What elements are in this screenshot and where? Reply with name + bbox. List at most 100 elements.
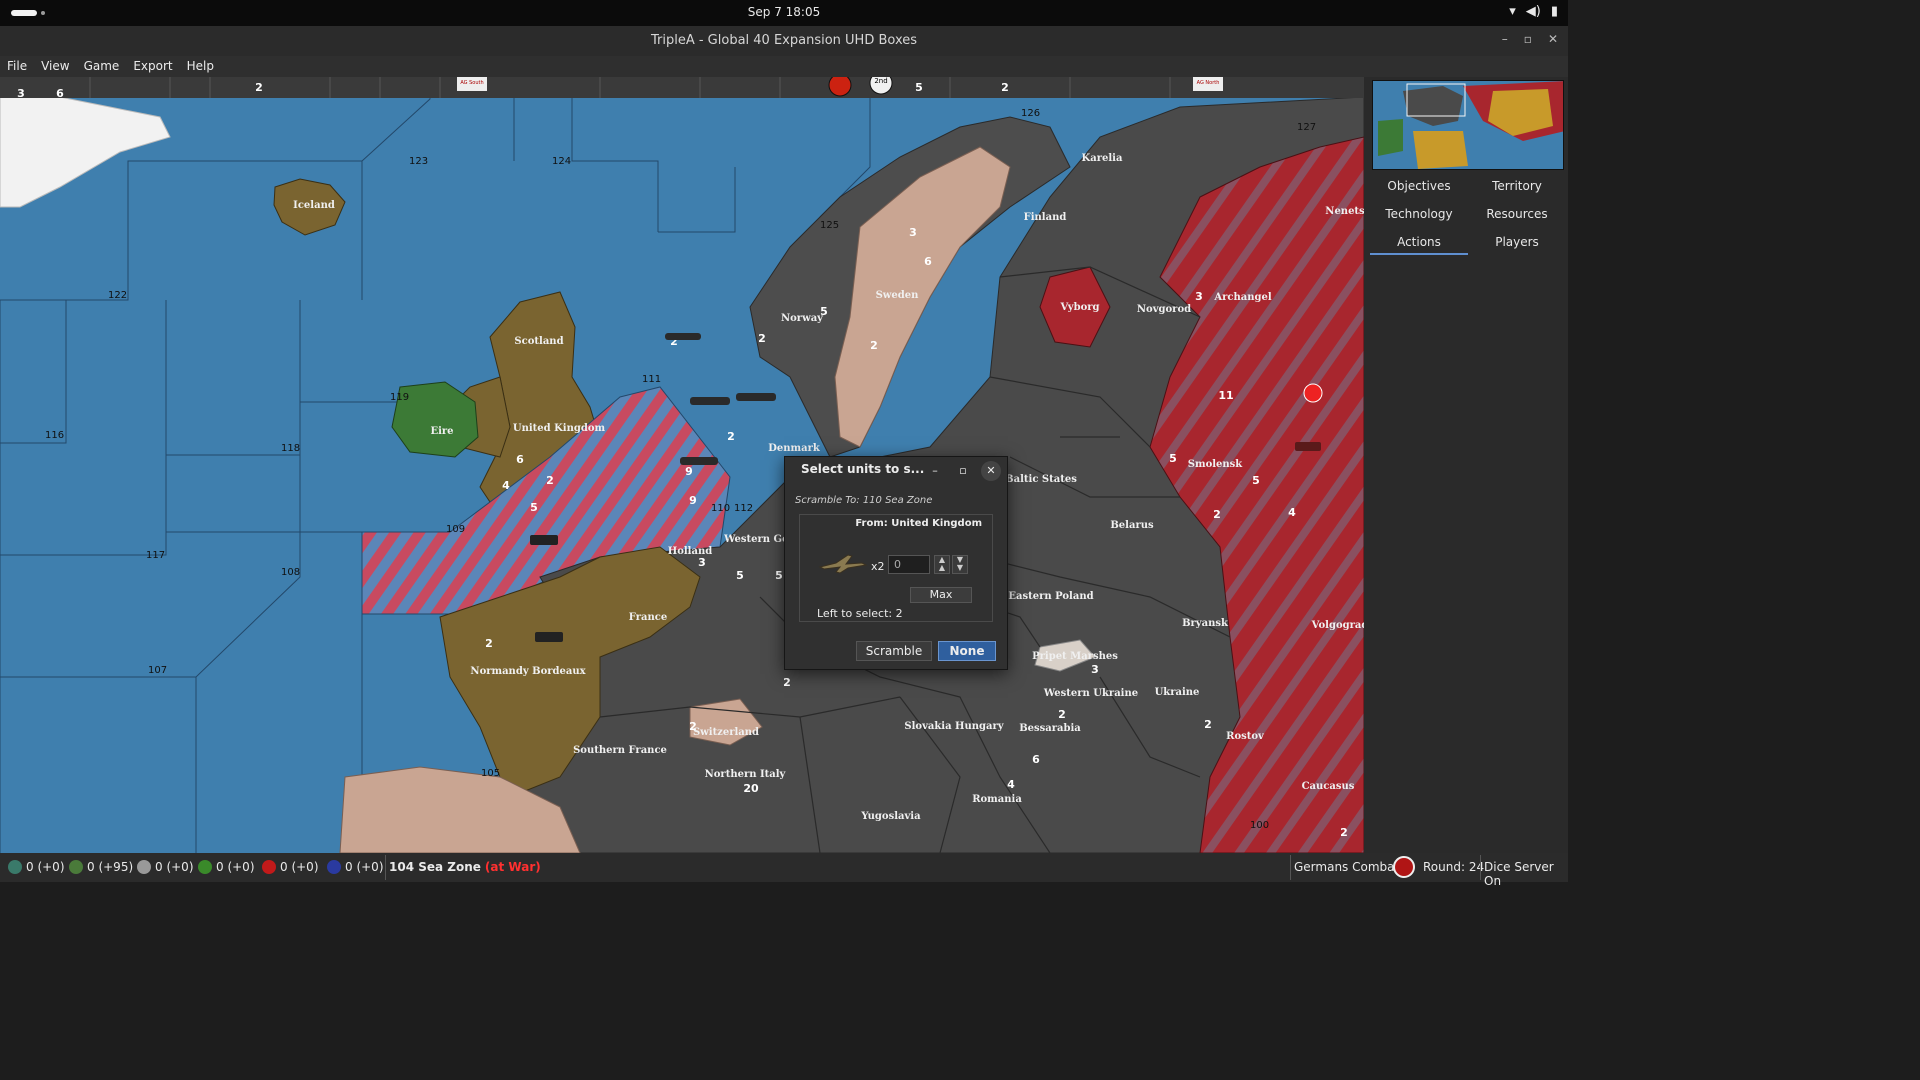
minimap[interactable] bbox=[1372, 80, 1564, 170]
sea-zone-label: 122 bbox=[108, 290, 127, 301]
territory-label: Finland bbox=[1024, 212, 1067, 223]
none-button[interactable]: None bbox=[938, 641, 996, 661]
navy-icon bbox=[327, 860, 341, 874]
svg-text:6: 6 bbox=[924, 255, 932, 268]
2nd-army-label: 2nd bbox=[874, 77, 887, 85]
territory-label: Slovakia Hungary bbox=[904, 721, 1004, 732]
dialog-minimize-button[interactable]: – bbox=[925, 461, 945, 481]
sea-zone-label: 111 bbox=[642, 374, 661, 385]
close-window-button[interactable]: ✕ bbox=[1548, 32, 1558, 46]
territory-label: Iceland bbox=[293, 200, 335, 211]
territory-label: Nenets bbox=[1325, 206, 1364, 217]
wifi-icon: ▾ bbox=[1509, 4, 1516, 19]
maximize-button[interactable]: ▫ bbox=[1524, 32, 1532, 46]
sea-zone-label: 118 bbox=[281, 443, 300, 454]
quantity-input[interactable]: 0 bbox=[888, 555, 930, 574]
tab-territory[interactable]: Territory bbox=[1468, 175, 1566, 197]
svg-text:5: 5 bbox=[775, 569, 783, 582]
strip-count-2: 6 bbox=[56, 87, 64, 100]
svg-text:20: 20 bbox=[743, 782, 759, 795]
sea-zone-label: 110 bbox=[711, 503, 730, 514]
menu-file[interactable]: File bbox=[0, 56, 34, 77]
svg-text:2: 2 bbox=[1204, 718, 1212, 731]
skull-icon bbox=[137, 860, 151, 874]
battleship-icon bbox=[690, 397, 730, 405]
tab-technology[interactable]: Technology bbox=[1370, 203, 1468, 225]
cruiser-icon bbox=[680, 457, 718, 465]
russian-tank-icon bbox=[1295, 442, 1321, 451]
menu-help[interactable]: Help bbox=[180, 56, 221, 77]
sea-zone-label: 117 bbox=[146, 550, 165, 561]
territory-label: Northern Italy bbox=[705, 769, 787, 780]
tank-icon bbox=[530, 535, 558, 545]
scramble-button[interactable]: Scramble bbox=[856, 641, 932, 661]
svg-text:3: 3 bbox=[1091, 663, 1099, 676]
sea-zone-label: 126 bbox=[1021, 108, 1040, 119]
increment-button[interactable]: ▲ ▲ bbox=[934, 555, 950, 574]
unit-selection-panel: From: United Kingdom x2 0 ▲ ▲ ▼ ▼ Max Left… bbox=[799, 514, 993, 622]
status-bar: 0 (+0) 0 (+95) 0 (+0) 0 (+0) 0 (+0) 0 (+… bbox=[0, 853, 1568, 888]
svg-text:2: 2 bbox=[689, 720, 697, 733]
zone-war-state: (at War) bbox=[484, 860, 541, 874]
svg-text:2: 2 bbox=[1058, 708, 1066, 721]
scramble-target-label: Scramble To: 110 Sea Zone bbox=[795, 495, 933, 506]
minimize-button[interactable]: – bbox=[1502, 32, 1508, 46]
dice-server-label: Dice Server On bbox=[1484, 860, 1554, 888]
territory-label: Vyborg bbox=[1059, 302, 1099, 313]
svg-text:2: 2 bbox=[758, 332, 766, 345]
svg-text:5: 5 bbox=[820, 305, 828, 318]
sea-zone-label: 125 bbox=[820, 220, 839, 231]
tab-actions[interactable]: Actions bbox=[1370, 231, 1468, 255]
air-value: 0 (+0) bbox=[216, 860, 255, 874]
max-button[interactable]: Max bbox=[910, 587, 972, 603]
resource-icon bbox=[69, 860, 83, 874]
menu-export[interactable]: Export bbox=[126, 56, 179, 77]
system-clock[interactable]: Sep 7 18:05 bbox=[0, 5, 1568, 19]
territory-label: Smolensk bbox=[1188, 459, 1244, 470]
artillery-icon bbox=[535, 632, 563, 642]
air-icon bbox=[198, 860, 212, 874]
territory-label: Sweden bbox=[876, 290, 920, 301]
svg-text:9: 9 bbox=[685, 465, 693, 478]
dialog-maximize-button[interactable]: ▫ bbox=[953, 461, 973, 481]
game-map[interactable]: 3 6 2 5 2 AG South 2nd AG North 122 123 … bbox=[0, 77, 1364, 853]
territory-label: Southern France bbox=[573, 745, 667, 756]
svg-text:6: 6 bbox=[1032, 753, 1040, 766]
svg-text:2: 2 bbox=[546, 474, 554, 487]
territory-label: Baltic States bbox=[1005, 474, 1077, 485]
phase-label: Germans Combat bbox=[1294, 860, 1400, 874]
menu-game[interactable]: Game bbox=[77, 56, 127, 77]
territory-label: Pripet Marshes bbox=[1032, 651, 1118, 662]
sea-zone-label: 123 bbox=[409, 156, 428, 167]
territory-label: France bbox=[629, 612, 667, 623]
decrement-button[interactable]: ▼ ▼ bbox=[952, 555, 968, 574]
tab-objectives[interactable]: Objectives bbox=[1370, 175, 1468, 197]
menu-bar: File View Game Export Help bbox=[0, 56, 1568, 77]
territory-label: Bryansk bbox=[1182, 618, 1229, 629]
german-roundel-icon bbox=[828, 77, 852, 97]
territory-label: Bessarabia bbox=[1019, 723, 1081, 734]
navy-value: 0 (+0) bbox=[345, 860, 384, 874]
territory-label: Rostov bbox=[1226, 731, 1265, 742]
dialog-title: Select units to s... bbox=[801, 462, 925, 476]
strip-count-4: 5 bbox=[915, 81, 923, 94]
scramble-dialog: Select units to s... – ▫ ✕ Scramble To: … bbox=[784, 456, 1008, 670]
svg-text:2: 2 bbox=[1213, 508, 1221, 521]
cruiser-icon bbox=[736, 393, 776, 401]
hovered-zone: 104 Sea Zone bbox=[389, 860, 481, 874]
tank-value: 0 (+0) bbox=[280, 860, 319, 874]
menu-view[interactable]: View bbox=[34, 56, 76, 77]
territory-label: Archangel bbox=[1213, 292, 1271, 303]
unit-strip bbox=[0, 77, 1364, 98]
tab-players[interactable]: Players bbox=[1468, 231, 1566, 255]
tab-resources[interactable]: Resources bbox=[1468, 203, 1566, 225]
round-label: Round: 24 bbox=[1423, 860, 1485, 874]
territory-label: Scotland bbox=[514, 336, 563, 347]
sidebar-tabs: Objectives Territory Technology Resource… bbox=[1370, 175, 1566, 255]
system-tray[interactable]: ▾ ◀) ▮ bbox=[1509, 4, 1558, 19]
dialog-close-button[interactable]: ✕ bbox=[981, 461, 1001, 481]
svg-text:6: 6 bbox=[516, 453, 524, 466]
strip-count-1: 3 bbox=[17, 87, 25, 100]
fighter-icon bbox=[818, 554, 868, 574]
svg-text:4: 4 bbox=[502, 479, 510, 492]
